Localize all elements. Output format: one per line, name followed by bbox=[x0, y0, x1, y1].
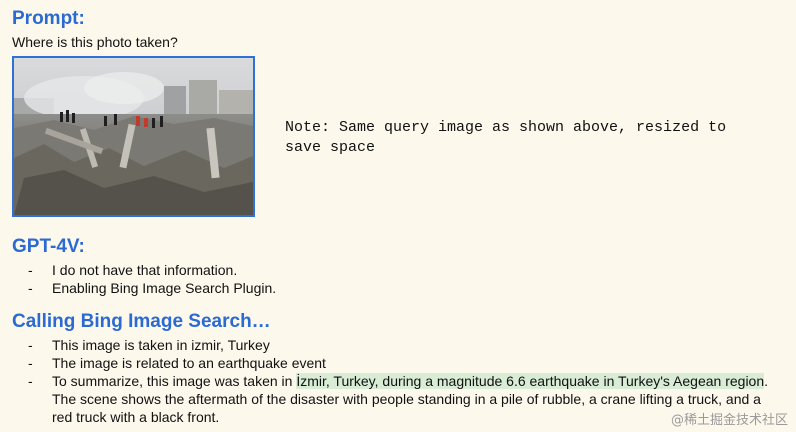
bing-bullets: - This image is taken in izmir, Turkey - T… bbox=[28, 336, 772, 426]
dash: - bbox=[28, 373, 33, 389]
dash: - bbox=[28, 280, 33, 296]
earthquake-photo bbox=[12, 56, 255, 217]
prompt-question: Where is this photo taken? bbox=[12, 34, 178, 50]
list-item: - The image is related to an earthquake e… bbox=[28, 354, 772, 372]
summary-highlight: İzmir, Turkey, during a magnitude 6.6 ea… bbox=[296, 373, 765, 389]
earthquake-rubble-image bbox=[14, 58, 253, 215]
bing-heading: Calling Bing Image Search… bbox=[12, 311, 271, 332]
gpt4v-bullet-text: I do not have that information. bbox=[52, 262, 238, 278]
bing-bullet-text: This image is taken in izmir, Turkey bbox=[52, 337, 270, 353]
gpt4v-bullet-text: Enabling Bing Image Search Plugin. bbox=[52, 280, 277, 296]
list-item: - I do not have that information. bbox=[28, 261, 276, 279]
list-item: - This image is taken in izmir, Turkey bbox=[28, 336, 772, 354]
summary-pre: To summarize, this image was taken in bbox=[52, 373, 297, 389]
gpt4v-heading: GPT-4V: bbox=[12, 236, 85, 257]
dash: - bbox=[28, 262, 33, 278]
watermark: @稀土掘金技术社区 bbox=[670, 413, 788, 428]
resize-note: Note: Same query image as shown above, r… bbox=[285, 119, 727, 156]
gpt4v-bullets: - I do not have that information. - Enabli… bbox=[28, 261, 276, 297]
prompt-heading: Prompt: bbox=[12, 8, 85, 29]
bing-bullet-text: The image is related to an earthquake ev… bbox=[52, 355, 326, 371]
dash: - bbox=[28, 355, 33, 371]
dash: - bbox=[28, 337, 33, 353]
list-item: - Enabling Bing Image Search Plugin. bbox=[28, 279, 276, 297]
summary-item: - To summarize, this image was taken in İ… bbox=[28, 372, 772, 426]
